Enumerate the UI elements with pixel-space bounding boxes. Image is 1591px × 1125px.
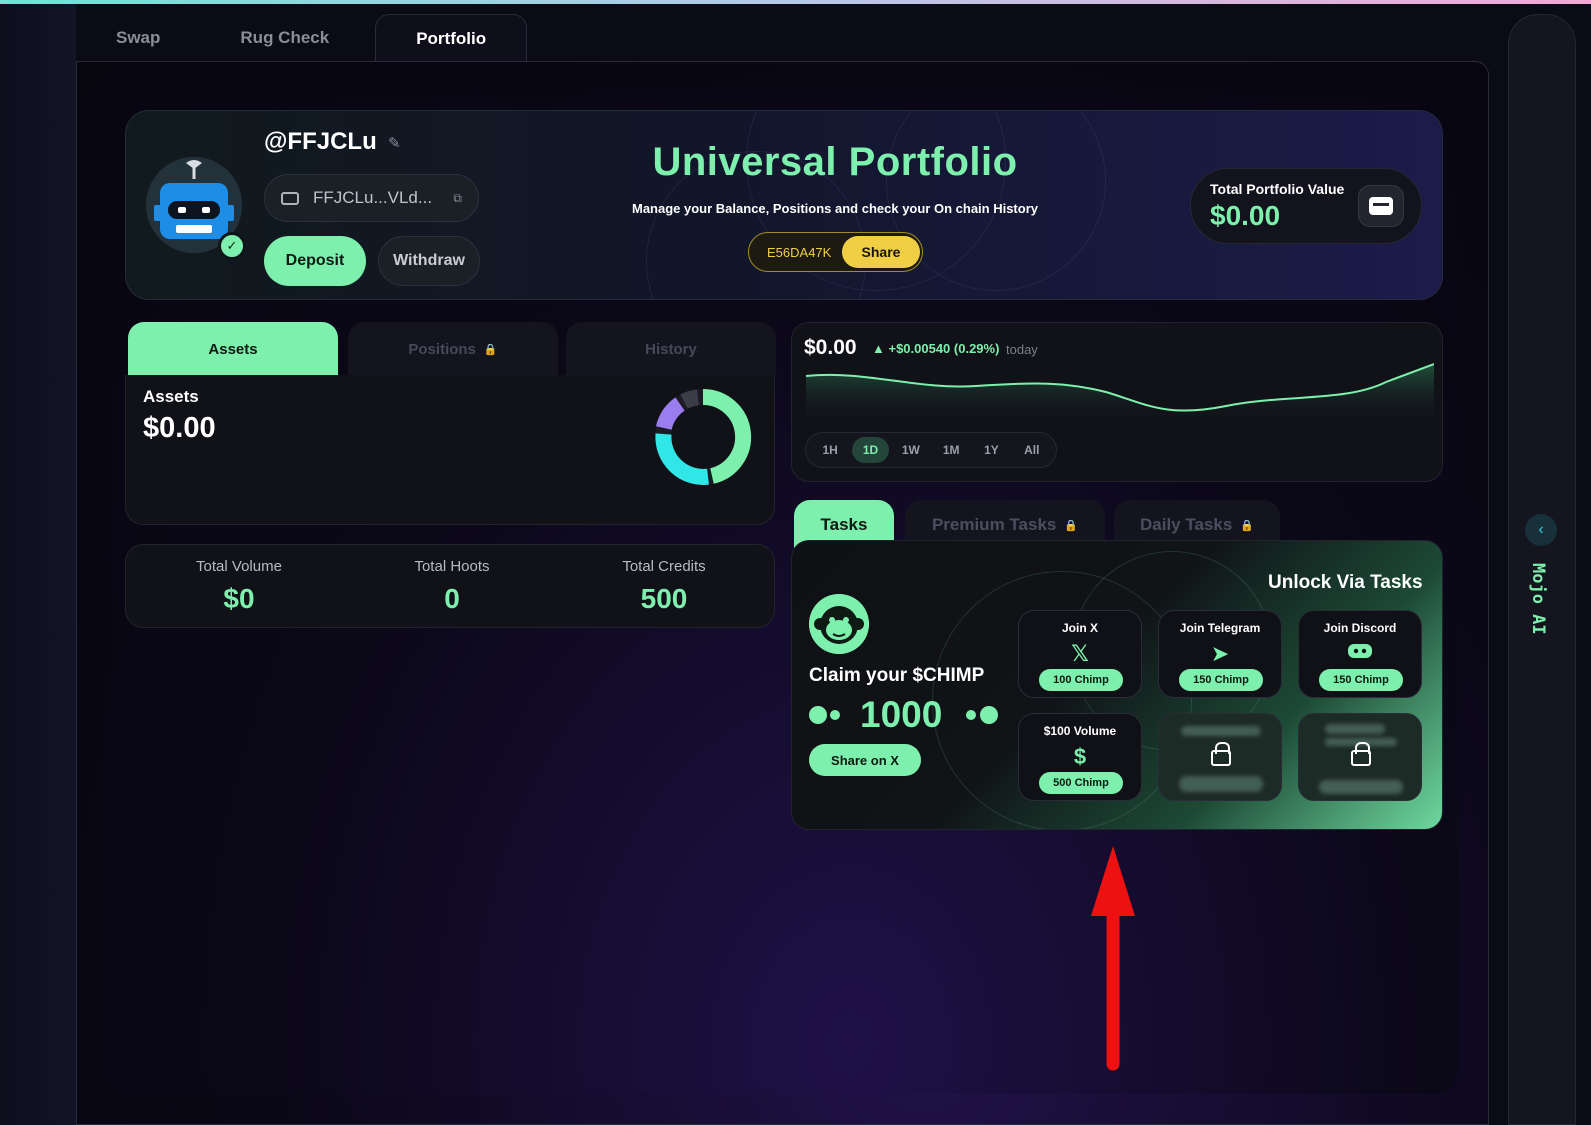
top-nav-tabs: Swap Rug Check Portfolio [76, 14, 528, 62]
donut-segment-cyan [655, 433, 709, 485]
username: @FFJCLu [264, 128, 377, 155]
donut-segment-grey [680, 389, 700, 409]
tab-swap[interactable]: Swap [76, 14, 200, 62]
top-gradient-line [0, 0, 1591, 4]
tab-positions-label: Positions [408, 340, 476, 358]
unlock-via-tasks-title: Unlock Via Tasks [1268, 572, 1423, 593]
chart-value: $0.00 [804, 336, 857, 359]
tab-rug-check[interactable]: Rug Check [200, 14, 369, 62]
task-reward: 500 Chimp [1039, 772, 1123, 794]
tab-assets[interactable]: Assets [128, 322, 338, 376]
verified-check-icon: ✓ [218, 232, 246, 260]
wallet-address-pill[interactable]: FFJCLu...VLd... ⧉ [264, 174, 479, 222]
blurred-title [1325, 724, 1385, 734]
lock-icon: 🔒 [1064, 519, 1079, 532]
task-reward: 100 Chimp [1039, 669, 1123, 691]
task-card-locked[interactable] [1158, 713, 1282, 801]
task-reward: 150 Chimp [1179, 669, 1263, 691]
chart-change: ▲ +$0.00540 (0.29%) [872, 341, 1000, 356]
decor-dot [966, 710, 976, 720]
blurred-reward [1179, 776, 1263, 792]
stat-value: 0 [444, 583, 460, 614]
assets-label: Assets [143, 387, 199, 406]
task-card-volume[interactable]: $100 Volume $ 500 Chimp [1018, 713, 1142, 801]
stat-total-hoots: Total Hoots 0 [352, 558, 552, 615]
lock-icon: 🔒 [483, 343, 498, 356]
side-rail-label[interactable]: Mojo AI [1528, 563, 1548, 635]
stat-value: 500 [640, 583, 688, 614]
collapse-chevron-icon[interactable]: ‹ [1525, 514, 1557, 546]
tab-premium-tasks-label: Premium Tasks [931, 515, 1057, 534]
wallet-icon [281, 191, 299, 205]
task-title: Join Telegram [1179, 621, 1261, 635]
dollar-icon: $ [1073, 744, 1087, 769]
x-logo-icon: 𝕏 [1071, 641, 1089, 666]
decor-dot [830, 710, 840, 720]
left-gutter [0, 4, 76, 1125]
share-referral-button[interactable]: Share [842, 236, 920, 268]
task-card-join-discord[interactable]: Join Discord 150 Chimp [1298, 610, 1422, 698]
page-title: Universal Portfolio [652, 140, 1018, 184]
deposit-button[interactable]: Deposit [264, 236, 366, 286]
task-title: Join X [1061, 621, 1098, 635]
decor-dot [809, 706, 827, 724]
tpv-value: $0.00 [1210, 200, 1281, 231]
chimp-logo-icon [809, 594, 869, 654]
stat-total-volume: Total Volume $0 [139, 558, 339, 615]
tpv-label: Total Portfolio Value [1210, 181, 1345, 197]
range-1w[interactable]: 1W [893, 437, 929, 463]
telegram-icon: ➤ [1210, 641, 1230, 666]
stat-value: $0 [223, 583, 255, 614]
referral-code: E56DA47K [767, 244, 832, 260]
donut-segment-purple [655, 397, 685, 431]
range-all[interactable]: All [1014, 437, 1050, 463]
chart-period: today [1006, 342, 1038, 357]
range-1y[interactable]: 1Y [973, 437, 1009, 463]
discord-icon [1299, 641, 1421, 667]
range-1d[interactable]: 1D [852, 437, 889, 463]
stat-total-credits: Total Credits 500 [564, 558, 764, 615]
blurred-reward [1319, 780, 1403, 794]
copy-icon[interactable]: ⧉ [453, 191, 462, 206]
tab-portfolio[interactable]: Portfolio [375, 14, 528, 62]
share-on-x-button[interactable]: Share on X [809, 744, 921, 776]
sparkline-chart [806, 363, 1434, 424]
allocation-donut-chart [655, 388, 752, 485]
stat-label: Total Credits [622, 558, 706, 575]
tab-daily-tasks-label: Daily Tasks [1140, 515, 1233, 534]
tab-positions[interactable]: Positions 🔒 [348, 322, 558, 376]
wallet-icon[interactable] [1358, 185, 1404, 227]
time-range-selector: 1H 1D 1W 1M 1Y All [805, 432, 1057, 468]
assets-value: $0.00 [143, 412, 216, 444]
task-card-join-x[interactable]: Join X 𝕏 100 Chimp [1018, 610, 1142, 698]
annotation-arrow [1091, 846, 1135, 1071]
edit-pencil-icon[interactable]: ✎ [388, 134, 401, 152]
range-1h[interactable]: 1H [812, 437, 848, 463]
tab-history[interactable]: History [566, 322, 776, 376]
claim-chimp-label: Claim your $CHIMP [809, 665, 985, 686]
task-card-join-telegram[interactable]: Join Telegram ➤ 150 Chimp [1158, 610, 1282, 698]
task-title: Join Discord [1323, 621, 1397, 635]
withdraw-button[interactable]: Withdraw [378, 236, 480, 286]
lock-icon [1351, 742, 1371, 766]
wallet-address: FFJCLu...VLd... [313, 188, 433, 207]
task-title: $100 Volume [1043, 724, 1117, 738]
decor-dot [980, 706, 998, 724]
range-1m[interactable]: 1M [933, 437, 969, 463]
donut-segment-green [702, 388, 752, 484]
lock-icon: 🔒 [1240, 519, 1254, 532]
page-subtitle: Manage your Balance, Positions and check… [632, 201, 1038, 216]
blurred-title [1181, 726, 1261, 736]
task-reward: 150 Chimp [1319, 669, 1403, 691]
stat-label: Total Hoots [414, 558, 490, 575]
claim-amount: 1000 [860, 694, 943, 735]
stat-label: Total Volume [196, 558, 282, 575]
task-card-locked[interactable] [1298, 713, 1422, 801]
lock-icon [1211, 742, 1231, 766]
